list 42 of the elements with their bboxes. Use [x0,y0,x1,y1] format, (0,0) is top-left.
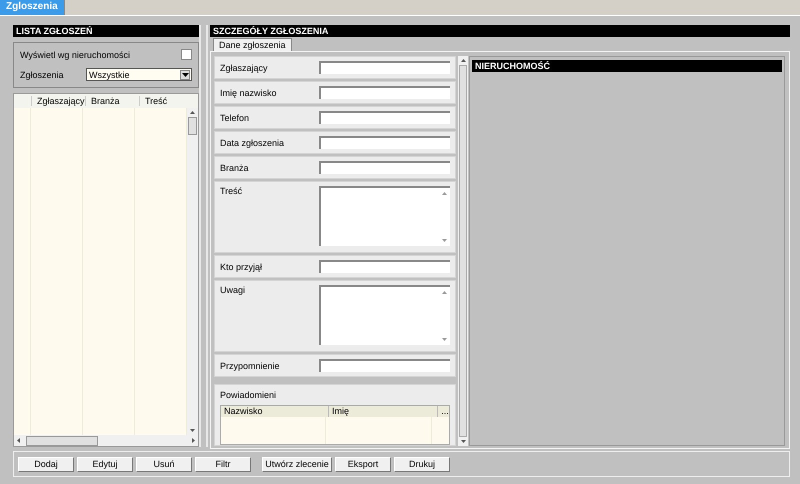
panel-title: SZCZEGÓŁY ZGŁOSZENIA [210,25,790,37]
input-field[interactable] [319,161,450,174]
column-header[interactable]: Treść [140,96,194,106]
input-field[interactable] [319,61,450,74]
column-header[interactable]: Zgłaszający [32,96,86,106]
field-label: Branża [220,162,249,172]
input-field[interactable] [319,359,450,372]
field-label: Data zgłoszenia [220,138,284,148]
panel-title: LISTA ZGŁOSZEŃ [13,25,199,37]
action-button[interactable]: Eksport [335,456,391,472]
action-button[interactable]: Utwórz zlecenie [262,456,332,472]
filter-label: Zgłoszenia [20,70,64,80]
column-header[interactable]: Branża [86,96,140,106]
field-label: Treść [220,186,242,196]
field-label: Przypomnienie [220,360,280,370]
action-button[interactable]: Drukuj [394,456,450,472]
input-field[interactable] [319,86,450,99]
vertical-scrollbar[interactable] [458,56,468,446]
checkbox[interactable] [181,49,192,60]
action-button[interactable]: Dodaj [18,456,74,472]
field-label: Zgłaszający [220,62,268,72]
field-label: Kto przyjął [220,262,262,272]
field-label: Powiadomieni [220,390,278,400]
field-label: Imię nazwisko [220,88,277,98]
horizontal-scrollbar[interactable] [14,435,198,446]
column-header[interactable]: ... [438,406,449,417]
tab[interactable]: Dane zgłoszenia [213,38,292,51]
scroll-thumb[interactable] [188,117,197,135]
scroll-thumb[interactable] [26,436,98,446]
action-button[interactable]: Edytuj [77,456,133,472]
action-button[interactable]: Usuń [136,456,192,472]
panel-title: NIERUCHOMOŚĆ [472,60,782,72]
input-field[interactable] [319,136,450,149]
filter-dropdown[interactable]: Wszystkie [86,68,192,81]
field-label: Uwagi [220,285,246,295]
scroll-thumb[interactable] [459,65,467,437]
input-field[interactable] [319,111,450,124]
field-label: Telefon [220,112,250,122]
checkbox-label: Wyświetl wg nieruchomości [20,50,130,60]
vertical-scrollbar[interactable] [187,108,198,435]
input-field[interactable] [319,260,450,273]
action-button[interactable]: Filtr [195,456,251,472]
